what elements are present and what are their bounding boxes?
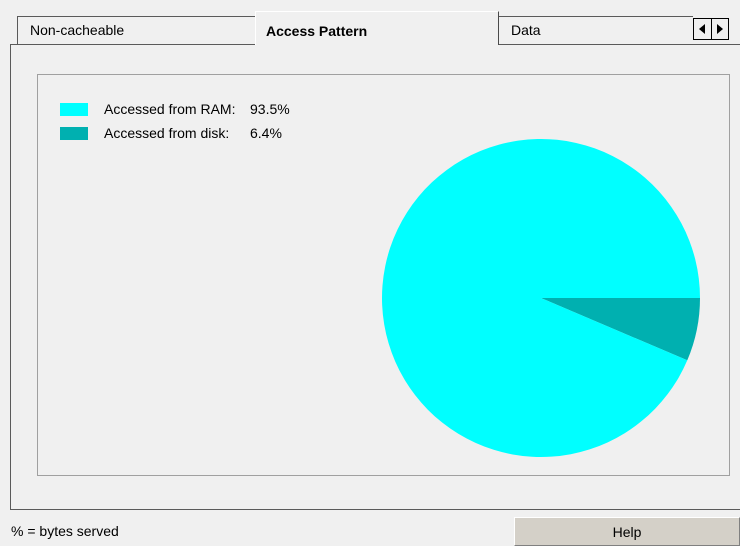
help-button[interactable]: Help xyxy=(514,517,740,546)
access-pattern-dialog: Non-cacheable Access Pattern Data Access… xyxy=(0,0,740,546)
legend-value-disk: 6.4% xyxy=(250,125,282,141)
tab-scroll-right-button[interactable] xyxy=(712,19,729,39)
tab-label: Data xyxy=(511,22,541,38)
tab-access-pattern[interactable]: Access Pattern xyxy=(255,11,499,45)
chart-frame: Accessed from RAM: 93.5% Accessed from d… xyxy=(37,74,730,476)
tab-label: Non-cacheable xyxy=(30,22,125,38)
legend-value-ram: 93.5% xyxy=(250,101,290,117)
tab-panel: Accessed from RAM: 93.5% Accessed from d… xyxy=(10,44,740,510)
legend-label-disk: Accessed from disk: xyxy=(104,125,230,141)
legend-label-ram: Accessed from RAM: xyxy=(104,101,236,117)
tab-non-cacheable[interactable]: Non-cacheable xyxy=(17,16,256,44)
tab-label: Access Pattern xyxy=(266,23,368,39)
arrow-right-icon xyxy=(716,24,723,34)
legend-swatch-disk xyxy=(60,126,88,140)
tab-scroll-left-button[interactable] xyxy=(694,19,712,39)
legend-item-ram: Accessed from RAM: 93.5% xyxy=(60,97,290,121)
status-note: % = bytes served xyxy=(11,523,119,539)
legend-item-disk: Accessed from disk: 6.4% xyxy=(60,121,290,145)
tab-data[interactable]: Data xyxy=(498,16,693,44)
legend-swatch-ram xyxy=(60,102,88,116)
chart-legend: Accessed from RAM: 93.5% Accessed from d… xyxy=(60,97,290,145)
tab-scroll-control xyxy=(693,18,729,40)
arrow-left-icon xyxy=(699,24,706,34)
